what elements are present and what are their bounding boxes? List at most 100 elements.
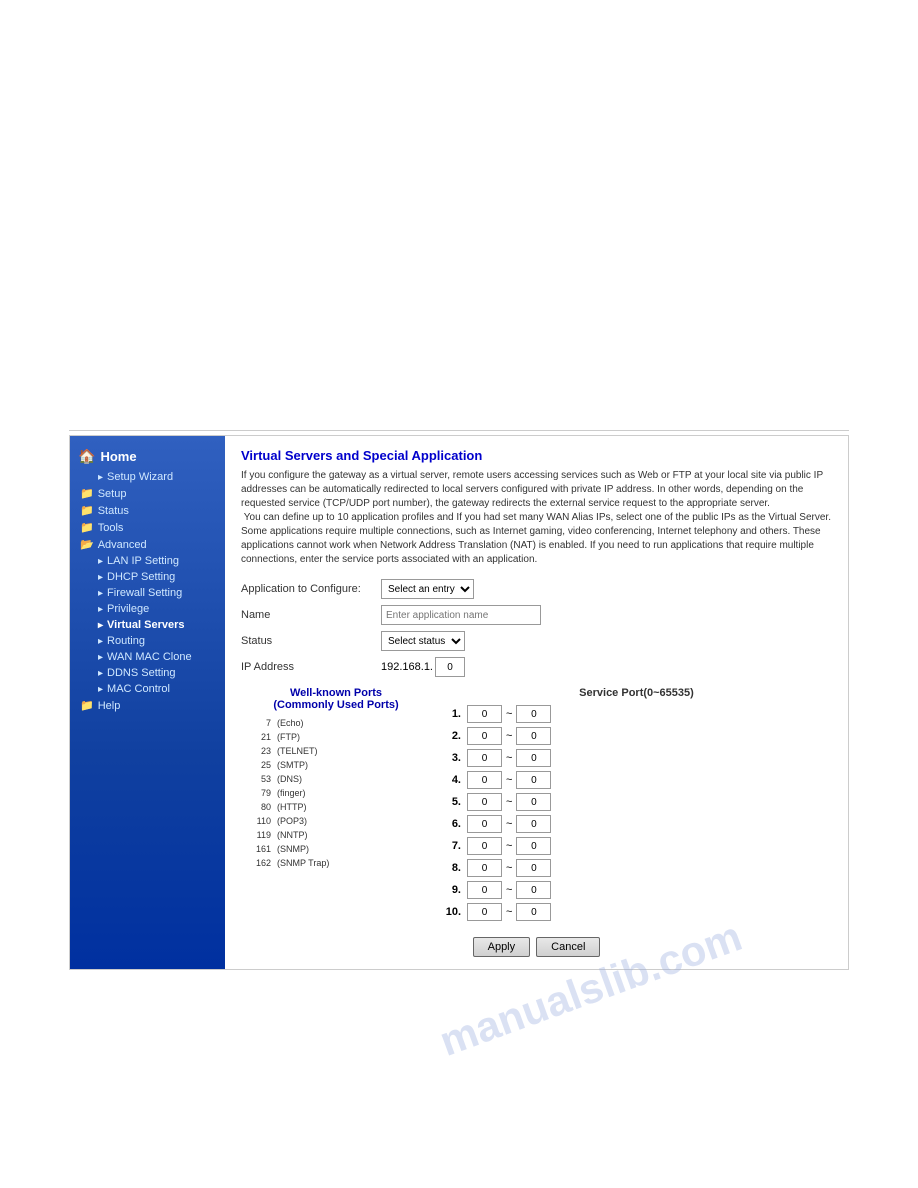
app-configure-row: Application to Configure: Select an entr… <box>241 579 832 599</box>
port-number: 7 <box>243 717 273 729</box>
port-number: 80 <box>243 801 273 813</box>
port-name: (HTTP) <box>275 801 429 813</box>
arrow-icon: ▸ <box>98 472 103 483</box>
sidebar-item-status[interactable]: 📁 Status <box>70 502 225 519</box>
port-to-input[interactable] <box>516 705 551 723</box>
port-separator: ~ <box>506 730 512 742</box>
sidebar-item-label: Privilege <box>107 603 149 615</box>
port-separator: ~ <box>506 752 512 764</box>
well-known-row: 119(NNTP) <box>243 829 429 841</box>
sidebar-home[interactable]: 🏠 Home <box>70 444 225 469</box>
sidebar-item-label: DDNS Setting <box>107 667 175 679</box>
port-row: 10. ~ <box>441 903 832 921</box>
port-row-num: 9. <box>441 884 461 896</box>
sidebar-item-help[interactable]: 📁 Help <box>70 697 225 714</box>
port-from-input[interactable] <box>467 859 502 877</box>
port-name: (NNTP) <box>275 829 429 841</box>
well-known-row: 25(SMTP) <box>243 759 429 771</box>
name-input[interactable] <box>381 605 541 625</box>
sidebar-item-label: Setup Wizard <box>107 471 173 483</box>
sidebar-item-privilege[interactable]: ▸ Privilege <box>70 601 225 617</box>
port-name: (SMTP) <box>275 759 429 771</box>
well-known-table: 7(Echo)21(FTP)23(TELNET)25(SMTP)53(DNS)7… <box>241 715 431 871</box>
arrow-icon: ▸ <box>98 684 103 695</box>
ip-last-octet-input[interactable] <box>435 657 465 677</box>
port-row-num: 3. <box>441 752 461 764</box>
port-from-input[interactable] <box>467 749 502 767</box>
port-from-input[interactable] <box>467 881 502 899</box>
main-container: 🏠 Home ▸ Setup Wizard 📁 Setup 📁 Status 📁 <box>69 435 849 970</box>
port-to-input[interactable] <box>516 793 551 811</box>
sidebar-item-virtual-servers[interactable]: ▸ Virtual Servers <box>70 617 225 633</box>
app-configure-select-wrap: Select an entry <box>381 579 832 599</box>
ip-address-label: IP Address <box>241 661 381 673</box>
status-select[interactable]: Select status <box>381 631 465 651</box>
port-row-num: 10. <box>441 906 461 918</box>
sidebar-item-label: Tools <box>98 522 124 534</box>
sidebar-item-mac-control[interactable]: ▸ MAC Control <box>70 681 225 697</box>
port-name: (TELNET) <box>275 745 429 757</box>
port-row: 6. ~ <box>441 815 832 833</box>
sidebar-item-dhcp[interactable]: ▸ DHCP Setting <box>70 569 225 585</box>
arrow-icon: ▸ <box>98 620 103 631</box>
port-row: 7. ~ <box>441 837 832 855</box>
folder-icon: 📁 <box>80 521 94 534</box>
well-known-title: Well-known Ports (Commonly Used Ports) <box>241 687 431 711</box>
sidebar-item-setup-wizard[interactable]: ▸ Setup Wizard <box>70 469 225 485</box>
well-known-row: 162(SNMP Trap) <box>243 857 429 869</box>
well-known-row: 23(TELNET) <box>243 745 429 757</box>
port-number: 161 <box>243 843 273 855</box>
arrow-icon: ▸ <box>98 668 103 679</box>
sidebar-item-tools[interactable]: 📁 Tools <box>70 519 225 536</box>
sidebar-item-routing[interactable]: ▸ Routing <box>70 633 225 649</box>
port-from-input[interactable] <box>467 903 502 921</box>
arrow-icon: ▸ <box>98 588 103 599</box>
sidebar-item-lan-ip[interactable]: ▸ LAN IP Setting <box>70 553 225 569</box>
sidebar-item-wan-mac[interactable]: ▸ WAN MAC Clone <box>70 649 225 665</box>
port-to-input[interactable] <box>516 859 551 877</box>
ip-static-text: 192.168.1. <box>381 661 433 673</box>
port-from-input[interactable] <box>467 793 502 811</box>
app-configure-label: Application to Configure: <box>241 583 381 595</box>
port-separator: ~ <box>506 774 512 786</box>
port-from-input[interactable] <box>467 815 502 833</box>
sidebar-item-setup[interactable]: 📁 Setup <box>70 485 225 502</box>
port-from-input[interactable] <box>467 837 502 855</box>
sidebar-item-advanced[interactable]: 📂 Advanced <box>70 536 225 553</box>
port-to-input[interactable] <box>516 771 551 789</box>
port-to-input[interactable] <box>516 727 551 745</box>
port-name: (POP3) <box>275 815 429 827</box>
port-from-input[interactable] <box>467 705 502 723</box>
apply-button[interactable]: Apply <box>473 937 531 957</box>
service-ports-box: Service Port(0~65535) 1. ~ 2. ~ 3. ~ 4. … <box>441 687 832 925</box>
cancel-button[interactable]: Cancel <box>536 937 600 957</box>
port-name: (finger) <box>275 787 429 799</box>
port-number: 79 <box>243 787 273 799</box>
status-select-wrap: Select status <box>381 631 832 651</box>
sidebar-item-firewall[interactable]: ▸ Firewall Setting <box>70 585 225 601</box>
port-number: 119 <box>243 829 273 841</box>
port-to-input[interactable] <box>516 881 551 899</box>
port-name: (Echo) <box>275 717 429 729</box>
port-separator: ~ <box>506 906 512 918</box>
well-known-row: 161(SNMP) <box>243 843 429 855</box>
well-known-row: 7(Echo) <box>243 717 429 729</box>
port-name: (SNMP Trap) <box>275 857 429 869</box>
port-to-input[interactable] <box>516 837 551 855</box>
service-ports-title: Service Port(0~65535) <box>441 687 832 699</box>
arrow-icon: ▸ <box>98 636 103 647</box>
sidebar-item-label: MAC Control <box>107 683 170 695</box>
port-row: 5. ~ <box>441 793 832 811</box>
sidebar-item-ddns[interactable]: ▸ DDNS Setting <box>70 665 225 681</box>
arrow-icon: ▸ <box>98 604 103 615</box>
port-name: (SNMP) <box>275 843 429 855</box>
app-configure-select[interactable]: Select an entry <box>381 579 474 599</box>
port-to-input[interactable] <box>516 749 551 767</box>
port-number: 25 <box>243 759 273 771</box>
port-from-input[interactable] <box>467 771 502 789</box>
port-row-num: 1. <box>441 708 461 720</box>
port-to-input[interactable] <box>516 903 551 921</box>
ip-address-wrap: 192.168.1. <box>381 657 832 677</box>
port-from-input[interactable] <box>467 727 502 745</box>
port-to-input[interactable] <box>516 815 551 833</box>
